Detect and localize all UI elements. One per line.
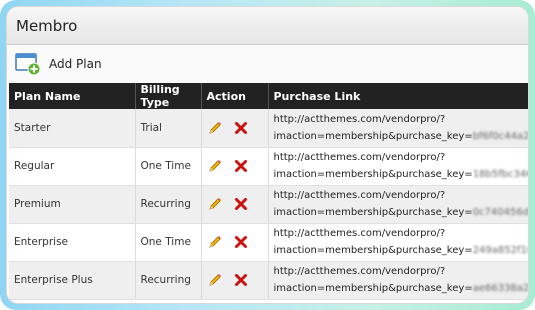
plan-name-cell: Starter	[9, 109, 136, 148]
add-plan-button[interactable]: Add Plan	[15, 52, 102, 76]
table-row: Premium Recurring http://actthemes.com/ven…	[9, 185, 529, 224]
action-cell	[201, 109, 269, 148]
column-header-purchase-link: Purchase Link	[268, 83, 528, 109]
close-icon[interactable]	[234, 159, 248, 173]
close-icon[interactable]	[234, 235, 248, 249]
toolbar: Add Plan	[7, 45, 528, 83]
purchase-link-line2[interactable]: imaction=membership&purchase_key=bf6f0c4…	[274, 128, 529, 145]
purchase-key: 249a852f10	[472, 245, 529, 256]
pencil-icon[interactable]	[208, 273, 222, 287]
billing-type-cell: One Time	[135, 223, 202, 262]
plan-name-cell: Premium	[9, 185, 136, 224]
billing-type-cell: Recurring	[135, 185, 202, 224]
purchase-key: 18b5fbc346	[472, 169, 529, 180]
purchase-link-line1[interactable]: http://actthemes.com/vendorpro/?	[274, 225, 528, 242]
purchase-link-cell[interactable]: http://actthemes.com/vendorpro/? imaction…	[268, 109, 529, 148]
action-cell	[201, 185, 269, 224]
purchase-link-line2[interactable]: imaction=membership&purchase_key=ae66338…	[274, 280, 529, 297]
table-row: Starter Trial http://actthemes.com/vendorp…	[9, 109, 529, 148]
column-header-action: Action	[201, 83, 269, 109]
table-header-row: Plan Name Billing Type Action Purchase L…	[9, 83, 528, 109]
close-icon[interactable]	[234, 197, 248, 211]
purchase-key: ae66338a29	[472, 283, 529, 294]
purchase-link-line1[interactable]: http://actthemes.com/vendorpro/?	[274, 187, 528, 204]
close-icon[interactable]	[234, 121, 248, 135]
action-cell	[201, 223, 269, 262]
purchase-link-line1[interactable]: http://actthemes.com/vendorpro/?	[274, 111, 528, 128]
add-plan-label: Add Plan	[49, 57, 102, 71]
purchase-link-line1[interactable]: http://actthemes.com/vendorpro/?	[274, 149, 528, 166]
purchase-link-line2[interactable]: imaction=membership&purchase_key=0c74045…	[274, 204, 529, 221]
purchase-link-cell[interactable]: http://actthemes.com/vendorpro/? imaction…	[268, 223, 529, 262]
table-row: Enterprise Plus Recurring http://actthemes…	[9, 261, 529, 300]
plan-name-cell: Enterprise Plus	[9, 261, 136, 300]
purchase-link-cell[interactable]: http://actthemes.com/vendorpro/? imaction…	[268, 147, 529, 186]
purchase-link-line2[interactable]: imaction=membership&purchase_key=18b5fbc…	[274, 166, 529, 183]
pencil-icon[interactable]	[208, 197, 222, 211]
panel-header: Membro	[7, 7, 528, 45]
action-cell	[201, 261, 269, 300]
purchase-key: bf6f0c44a2	[472, 130, 529, 142]
billing-type-cell: One Time	[135, 147, 202, 186]
pencil-icon[interactable]	[208, 235, 222, 249]
purchase-key: 0c740456d0	[472, 207, 529, 218]
billing-type-cell: Recurring	[135, 261, 202, 300]
purchase-link-line2[interactable]: imaction=membership&purchase_key=249a852…	[274, 242, 529, 259]
column-header-plan-name: Plan Name	[9, 83, 136, 109]
table-row: Regular One Time http://actthemes.com/vend…	[9, 147, 529, 186]
window-frame: Membro Add Plan Plan Name Billing Type A…	[0, 0, 535, 310]
close-icon[interactable]	[234, 273, 248, 287]
purchase-link-line1[interactable]: http://actthemes.com/vendorpro/?	[274, 263, 528, 280]
membro-panel: Membro Add Plan Plan Name Billing Type A…	[6, 6, 529, 304]
page-title: Membro	[16, 16, 78, 35]
add-window-icon	[15, 52, 41, 76]
pencil-icon[interactable]	[208, 159, 222, 173]
column-header-billing-type: Billing Type	[135, 83, 202, 109]
plan-name-cell: Regular	[9, 147, 136, 186]
pencil-icon[interactable]	[208, 121, 222, 135]
plan-name-cell: Enterprise	[9, 223, 136, 262]
plans-table: Plan Name Billing Type Action Purchase L…	[9, 83, 529, 300]
purchase-link-cell[interactable]: http://actthemes.com/vendorpro/? imaction…	[268, 185, 529, 224]
table-row: Enterprise One Time http://actthemes.com/v…	[9, 223, 529, 262]
billing-type-cell: Trial	[135, 109, 202, 148]
action-cell	[201, 147, 269, 186]
purchase-link-cell[interactable]: http://actthemes.com/vendorpro/? imaction…	[268, 261, 529, 300]
